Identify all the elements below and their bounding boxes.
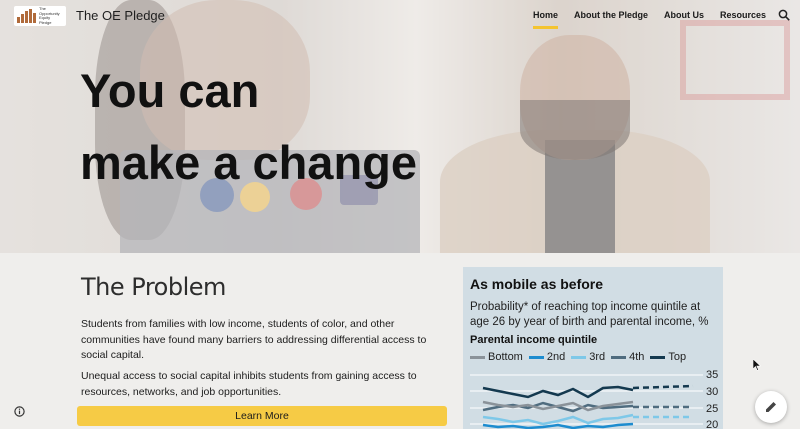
info-icon[interactable]	[14, 406, 25, 417]
series-line-top	[482, 385, 634, 399]
nav-item-about-us[interactable]: About Us	[664, 10, 704, 20]
main-nav: Home About the Pledge About Us Resources	[532, 10, 766, 29]
series-line-3rd	[482, 413, 634, 426]
top-navigation-bar: The Opportunity Equity Pledge The OE Ple…	[0, 0, 800, 32]
series-line-top-projection	[632, 384, 694, 390]
headline-line-1: You can	[80, 64, 260, 117]
problem-paragraph-1: Students from families with low income, …	[81, 318, 427, 361]
y-tick-label: 20	[706, 419, 718, 429]
hero-headline: You can make a change	[80, 55, 500, 199]
y-tick-label: 30	[706, 386, 718, 398]
headline-line-2: make a change	[80, 136, 418, 189]
mobility-chart: As mobile as before Probability* of reac…	[463, 267, 723, 429]
nav-item-home[interactable]: Home	[532, 10, 558, 29]
series-line-bottom	[482, 400, 634, 412]
pencil-icon	[766, 402, 776, 412]
search-icon[interactable]	[778, 9, 790, 21]
chart-plot: 35 30 25 20	[470, 369, 718, 429]
logo-text: The Opportunity Equity Pledge	[39, 6, 60, 25]
site-title[interactable]: The OE Pledge	[76, 8, 165, 23]
section-title: The Problem	[81, 273, 226, 301]
problem-paragraph-2: Unequal access to social capital inhibit…	[81, 370, 417, 398]
y-tick-label: 35	[706, 369, 718, 381]
edit-button[interactable]	[755, 391, 787, 423]
learn-more-button[interactable]: Learn More	[77, 406, 447, 426]
nav-item-about-the-pledge[interactable]: About the Pledge	[574, 10, 648, 20]
series-line-2nd	[482, 422, 634, 429]
site-logo[interactable]: The Opportunity Equity Pledge	[14, 6, 66, 26]
nav-item-resources[interactable]: Resources	[720, 10, 766, 20]
y-tick-label: 25	[706, 403, 718, 415]
mouse-cursor-icon	[753, 359, 761, 371]
